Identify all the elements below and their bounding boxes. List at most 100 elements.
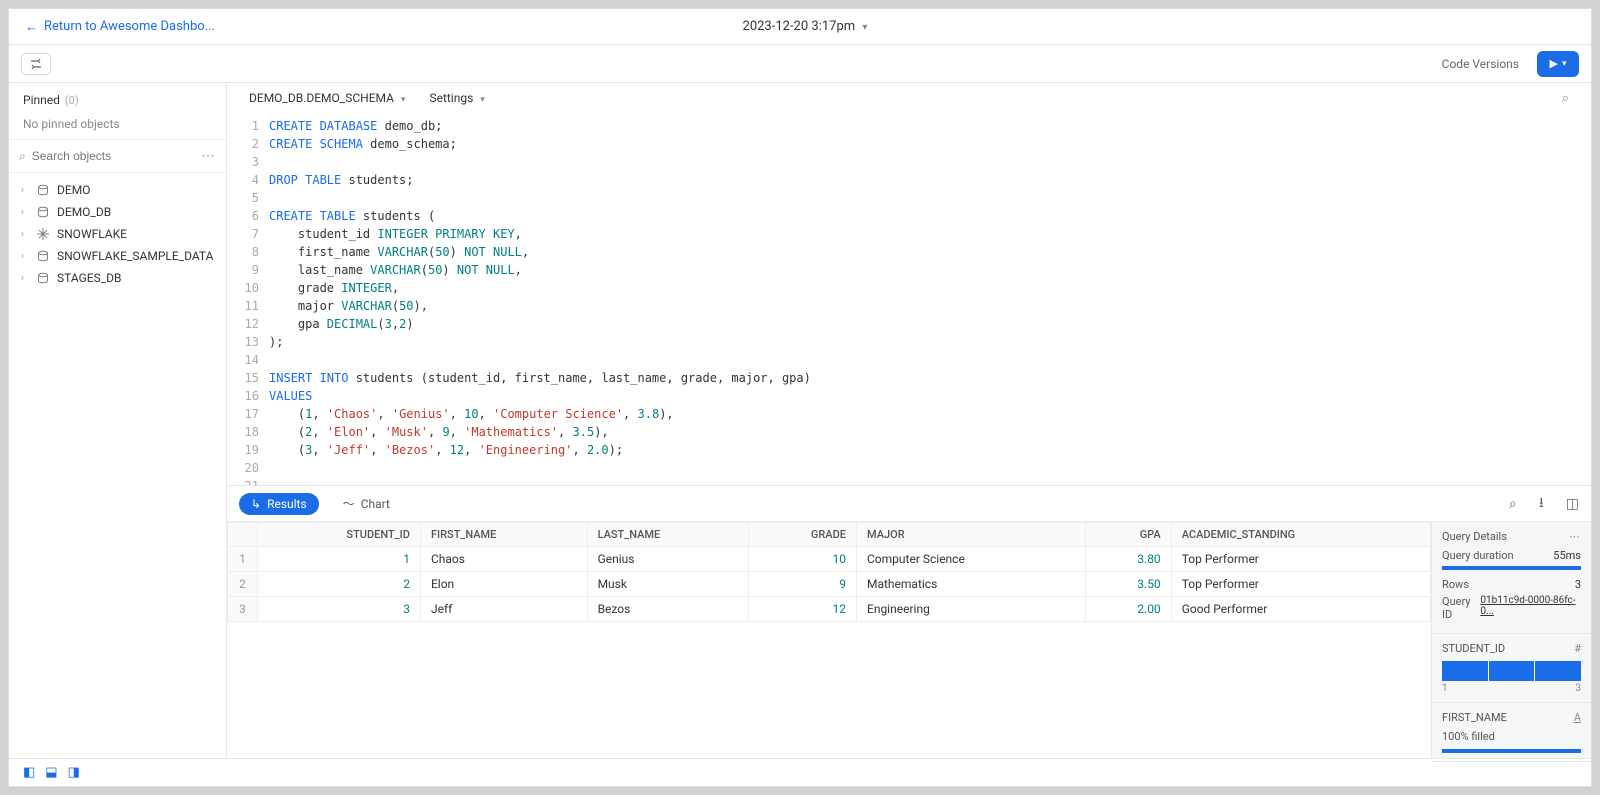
run-button[interactable]: ▶ ▾ xyxy=(1537,51,1579,77)
cell: Engineering xyxy=(857,597,1086,622)
toolbar: Code Versions ▶ ▾ xyxy=(9,45,1591,83)
chevron-right-icon: › xyxy=(21,273,31,284)
results-area: STUDENT_IDFIRST_NAMELAST_NAMEGRADEMAJORG… xyxy=(227,521,1591,758)
worksheet-title[interactable]: 2023-12-20 3:17pm ▾ xyxy=(215,19,1395,34)
tab-results[interactable]: ↳ Results xyxy=(239,493,319,515)
cell: Jeff xyxy=(420,597,587,622)
chevron-right-icon: › xyxy=(21,229,31,240)
table-row[interactable]: 22ElonMusk9Mathematics3.50Top Performer xyxy=(228,572,1431,597)
panel-bottom-icon[interactable]: ⬓ xyxy=(45,765,57,780)
results-grid-wrap[interactable]: STUDENT_IDFIRST_NAMELAST_NAMEGRADEMAJORG… xyxy=(227,522,1431,758)
hash-icon: # xyxy=(1574,642,1581,655)
code-area[interactable]: CREATE DATABASE demo_db;CREATE SCHEMA de… xyxy=(269,117,1591,467)
cell: 3.50 xyxy=(1086,572,1172,597)
database-tree-item[interactable]: ›SNOWFLAKE_SAMPLE_DATA xyxy=(15,245,220,267)
chevron-right-icon: › xyxy=(21,185,31,196)
database-icon xyxy=(37,250,51,262)
database-name: SNOWFLAKE xyxy=(57,227,127,241)
database-icon xyxy=(37,272,51,284)
results-search-icon[interactable]: ⌕ xyxy=(1509,496,1517,512)
search-input[interactable] xyxy=(32,149,201,163)
rows-value: 3 xyxy=(1575,578,1581,591)
database-tree-item[interactable]: ›STAGES_DB xyxy=(15,267,220,289)
cell: 2.00 xyxy=(1086,597,1172,622)
duration-value: 55ms xyxy=(1553,549,1581,562)
column-header[interactable]: GRADE xyxy=(748,523,856,547)
database-tree-item[interactable]: ›DEMO xyxy=(15,179,220,201)
panel-left-icon[interactable]: ◧ xyxy=(23,765,35,780)
cell: Top Performer xyxy=(1171,572,1430,597)
more-icon[interactable]: ⋯ xyxy=(1569,530,1581,543)
play-icon: ▶ xyxy=(1550,57,1558,70)
sql-editor[interactable]: 1234567891011121314151617181920212223242… xyxy=(227,113,1591,485)
filled-bar xyxy=(1442,749,1581,753)
database-tree: ›DEMO›DEMO_DB›SNOWFLAKE›SNOWFLAKE_SAMPLE… xyxy=(9,173,226,295)
more-icon[interactable]: ⋯ xyxy=(201,148,216,164)
role-icon xyxy=(29,58,43,70)
results-grid: STUDENT_IDFIRST_NAMELAST_NAMEGRADEMAJORG… xyxy=(227,522,1431,622)
hist-min: 1 xyxy=(1442,683,1448,694)
column-stat-name: STUDENT_ID xyxy=(1442,642,1505,655)
queryid-label: Query ID xyxy=(1442,595,1480,621)
cell: 3.80 xyxy=(1086,547,1172,572)
chevron-right-icon: › xyxy=(21,251,31,262)
database-icon xyxy=(37,184,51,196)
row-number: 2 xyxy=(228,572,258,597)
main-panel: DEMO_DB.DEMO_SCHEMA ▾ Settings ▾ ⌕ 12345… xyxy=(227,83,1591,758)
database-icon xyxy=(37,206,51,218)
settings-selector[interactable]: Settings ▾ xyxy=(429,91,484,105)
line-gutter: 1234567891011121314151617181920212223242… xyxy=(227,117,269,467)
columns-icon[interactable]: ◫ xyxy=(1566,496,1579,512)
database-tree-item[interactable]: › DEMO_DB xyxy=(15,201,220,223)
chevron-right-icon: › xyxy=(21,207,31,218)
cell: Mathematics xyxy=(857,572,1086,597)
results-tabs: ↳ Results 〜 Chart ⌕ ⭳ ◫ xyxy=(227,485,1591,521)
editor-search-icon[interactable]: ⌕ xyxy=(1562,91,1569,106)
database-name: DEMO_DB xyxy=(57,205,111,219)
table-row[interactable]: 33JeffBezos12Engineering2.00Good Perform… xyxy=(228,597,1431,622)
search-icon: ⌕ xyxy=(19,149,26,164)
column-header[interactable]: ACADEMIC_STANDING xyxy=(1171,523,1430,547)
pinned-count: (0) xyxy=(65,94,79,107)
snowflake-icon xyxy=(37,228,51,240)
pinned-empty-text: No pinned objects xyxy=(23,117,212,131)
column-header[interactable]: STUDENT_ID xyxy=(258,523,421,547)
db-schema-selector[interactable]: DEMO_DB.DEMO_SCHEMA ▾ xyxy=(249,91,405,105)
duration-label: Query duration xyxy=(1442,549,1514,562)
text-type-icon: A xyxy=(1574,711,1581,724)
column-header[interactable]: GPA xyxy=(1086,523,1172,547)
header: ← Return to Awesome Dashbo... 2023-12-20… xyxy=(9,9,1591,45)
cell: 3 xyxy=(258,597,421,622)
code-versions-link[interactable]: Code Versions xyxy=(1442,57,1519,71)
object-search: ⌕ ⋯ xyxy=(9,140,226,173)
cell: Top Performer xyxy=(1171,547,1430,572)
hist-max: 3 xyxy=(1575,683,1581,694)
cell: 1 xyxy=(258,547,421,572)
cell: Chaos xyxy=(420,547,587,572)
cell: 2 xyxy=(258,572,421,597)
role-switch-button[interactable] xyxy=(21,53,51,75)
histogram xyxy=(1442,661,1581,681)
sidebar: Pinned (0) No pinned objects ⌕ ⋯ ›DEMO›D… xyxy=(9,83,227,758)
back-label: Return to Awesome Dashbo... xyxy=(44,19,215,34)
pinned-section: Pinned (0) No pinned objects xyxy=(9,83,226,140)
filled-text: 100% filled xyxy=(1442,730,1581,743)
row-number: 3 xyxy=(228,597,258,622)
tab-chart[interactable]: 〜 Chart xyxy=(331,491,402,516)
app-window: ← Return to Awesome Dashbo... 2023-12-20… xyxy=(8,8,1592,787)
tab-chart-label: Chart xyxy=(361,497,390,511)
table-row[interactable]: 11ChaosGenius10Computer Science3.80Top P… xyxy=(228,547,1431,572)
column-header[interactable]: LAST_NAME xyxy=(587,523,748,547)
query-details-panel: Query Details ⋯ Query duration 55ms Rows… xyxy=(1431,522,1591,758)
column-header[interactable]: MAJOR xyxy=(857,523,1086,547)
panel-right-icon[interactable]: ◨ xyxy=(68,765,80,780)
context-bar: DEMO_DB.DEMO_SCHEMA ▾ Settings ▾ ⌕ xyxy=(227,83,1591,113)
download-icon[interactable]: ⭳ xyxy=(1539,492,1544,516)
back-link[interactable]: ← Return to Awesome Dashbo... xyxy=(25,19,215,35)
cell: 9 xyxy=(748,572,856,597)
cell: Computer Science xyxy=(857,547,1086,572)
cell: Musk xyxy=(587,572,748,597)
queryid-link[interactable]: 01b11c9d-0000-86fc-0... xyxy=(1480,595,1581,621)
column-header[interactable]: FIRST_NAME xyxy=(420,523,587,547)
database-tree-item[interactable]: › SNOWFLAKE xyxy=(15,223,220,245)
